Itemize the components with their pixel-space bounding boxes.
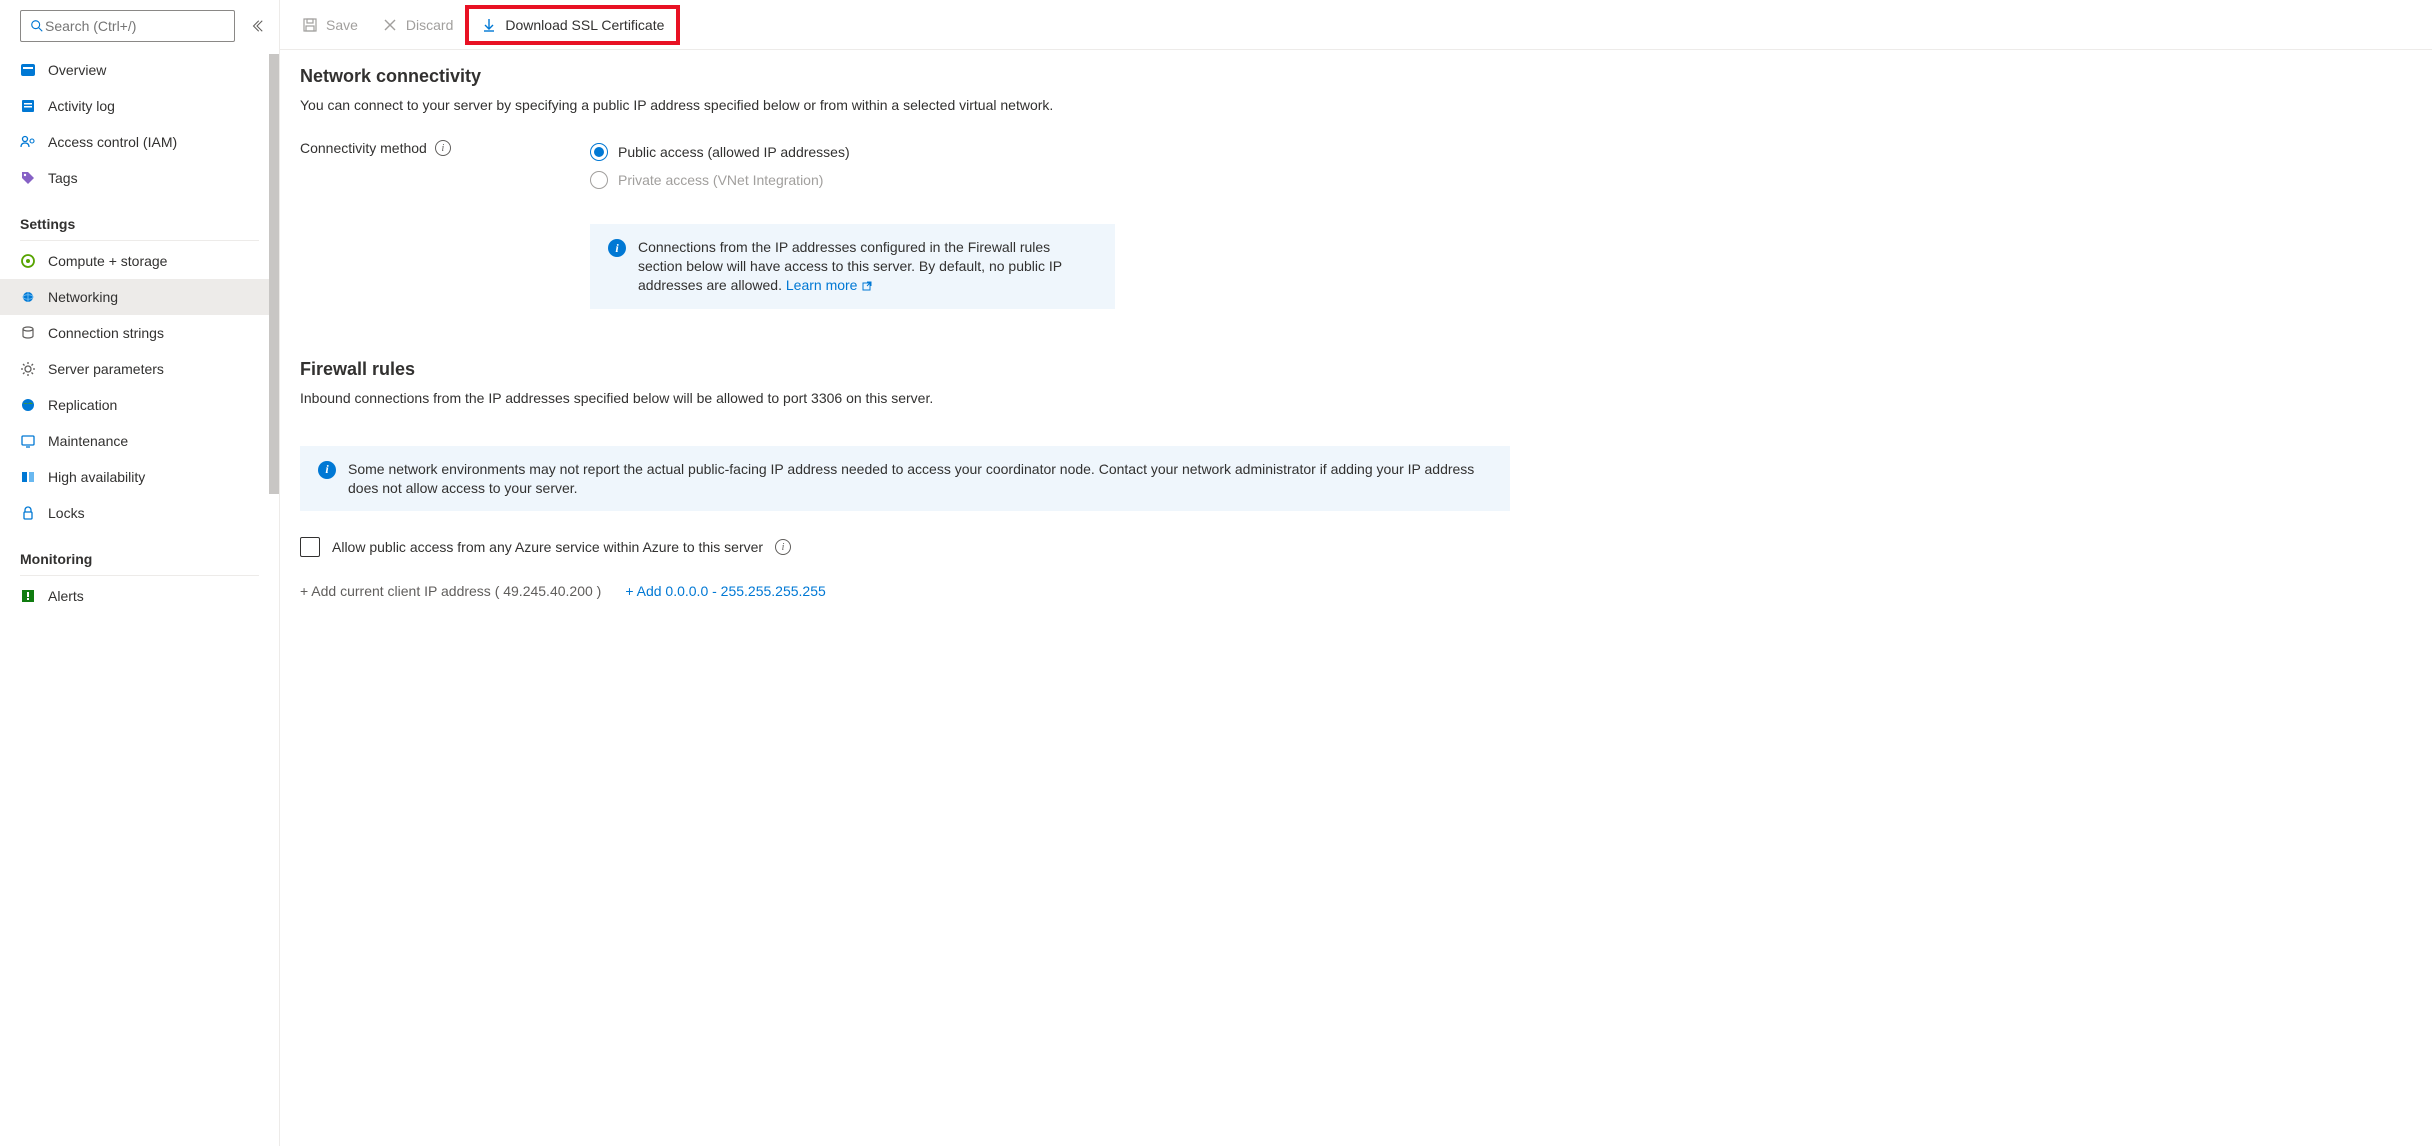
info-text: Some network environments may not report… [348,460,1492,498]
learn-more-link[interactable]: Learn more [786,277,873,293]
overview-icon [20,62,36,78]
save-icon [302,17,318,33]
toolbar: Save Discard Download SSL Certificate [280,0,2432,50]
firewall-rules-section: Firewall rules Inbound connections from … [300,359,2392,600]
discard-button[interactable]: Discard [370,5,465,45]
discard-icon [382,17,398,33]
lock-icon [20,505,36,521]
nav-label: Compute + storage [48,253,167,269]
field-label-col: Connectivity method i [300,138,570,156]
sidebar-item-compute-storage[interactable]: Compute + storage [0,243,279,279]
globe-icon [20,397,36,413]
sidebar-item-iam[interactable]: Access control (IAM) [0,124,279,160]
nav-label: Server parameters [48,361,164,377]
search-icon [29,18,45,34]
sidebar-item-networking[interactable]: Networking [0,279,279,315]
info-icon[interactable]: i [775,539,791,555]
sidebar-item-locks[interactable]: Locks [0,495,279,531]
radio-label: Private access (VNet Integration) [618,172,823,188]
info-icon: i [608,239,626,257]
connectivity-method-label: Connectivity method [300,140,427,156]
divider [20,575,259,576]
sidebar-item-server-parameters[interactable]: Server parameters [0,351,279,387]
sidebar-item-maintenance[interactable]: Maintenance [0,423,279,459]
field-control-col: Public access (allowed IP addresses) Pri… [590,138,2392,309]
network-connectivity-desc: You can connect to your server by specif… [300,97,2392,113]
ip-warning-box: i Some network environments may not repo… [300,446,1510,512]
sidebar-item-activity-log[interactable]: Activity log [0,88,279,124]
collapse-sidebar-button[interactable] [245,14,269,38]
nav-group-settings: Settings [0,196,279,238]
ha-icon [20,469,36,485]
allow-azure-label: Allow public access from any Azure servi… [332,539,763,555]
search-box[interactable] [20,10,235,42]
nav-label: Connection strings [48,325,164,341]
checkbox-unchecked[interactable] [300,537,320,557]
radio-private-access: Private access (VNet Integration) [590,166,2392,194]
download-icon [481,17,497,33]
radio-circle-checked [590,143,608,161]
radio-circle-disabled [590,171,608,189]
info-text: Connections from the IP addresses config… [638,238,1097,295]
scrollbar-thumb[interactable] [269,54,279,494]
connectivity-method-row: Connectivity method i Public access (all… [300,138,2392,309]
compute-icon [20,253,36,269]
add-client-ip-button[interactable]: + Add current client IP address ( 49.245… [300,583,601,599]
add-ip-row: + Add current client IP address ( 49.245… [300,583,2392,599]
iam-icon [20,134,36,150]
download-label: Download SSL Certificate [505,17,664,33]
search-row [0,10,279,52]
activity-log-icon [20,98,36,114]
alerts-icon [20,588,36,604]
nav-label: Tags [48,170,78,186]
nav-label: Alerts [48,588,84,604]
content: Network connectivity You can connect to … [300,50,2432,629]
nav-label: Activity log [48,98,115,114]
nav-list: Overview Activity log Access control (IA… [0,52,279,1146]
section-firewall-rules-title: Firewall rules [300,359,2392,380]
maintenance-icon [20,433,36,449]
info-icon[interactable]: i [435,140,451,156]
radio-label: Public access (allowed IP addresses) [618,144,850,160]
sidebar-item-tags[interactable]: Tags [0,160,279,196]
discard-label: Discard [406,17,453,33]
nav-label: Overview [48,62,106,78]
save-label: Save [326,17,358,33]
sidebar-scrollbar[interactable] [269,54,279,1146]
save-button[interactable]: Save [290,5,370,45]
info-icon: i [318,461,336,479]
add-any-ip-button[interactable]: + Add 0.0.0.0 - 255.255.255.255 [625,583,825,599]
divider [20,240,259,241]
connection-strings-icon [20,325,36,341]
tags-icon [20,170,36,186]
sidebar-item-overview[interactable]: Overview [0,52,279,88]
allow-azure-checkbox-row[interactable]: Allow public access from any Azure servi… [300,537,2392,557]
main: Save Discard Download SSL Certificate Ne… [280,0,2432,1146]
radio-public-access[interactable]: Public access (allowed IP addresses) [590,138,2392,166]
gear-icon [20,361,36,377]
search-input[interactable] [45,18,226,34]
sidebar-item-high-availability[interactable]: High availability [0,459,279,495]
firewall-rules-desc: Inbound connections from the IP addresse… [300,390,2392,406]
nav-label: Locks [48,505,85,521]
nav-label: High availability [48,469,145,485]
nav-group-monitoring: Monitoring [0,531,279,573]
sidebar-item-alerts[interactable]: Alerts [0,578,279,614]
nav-label: Access control (IAM) [48,134,177,150]
nav-label: Maintenance [48,433,128,449]
firewall-info-box: i Connections from the IP addresses conf… [590,224,1115,309]
sidebar: Overview Activity log Access control (IA… [0,0,280,1146]
nav-label: Networking [48,289,118,305]
networking-icon [20,289,36,305]
nav-label: Replication [48,397,117,413]
sidebar-item-replication[interactable]: Replication [0,387,279,423]
sidebar-item-connection-strings[interactable]: Connection strings [0,315,279,351]
section-network-connectivity-title: Network connectivity [300,66,2392,87]
download-ssl-button[interactable]: Download SSL Certificate [465,5,680,45]
